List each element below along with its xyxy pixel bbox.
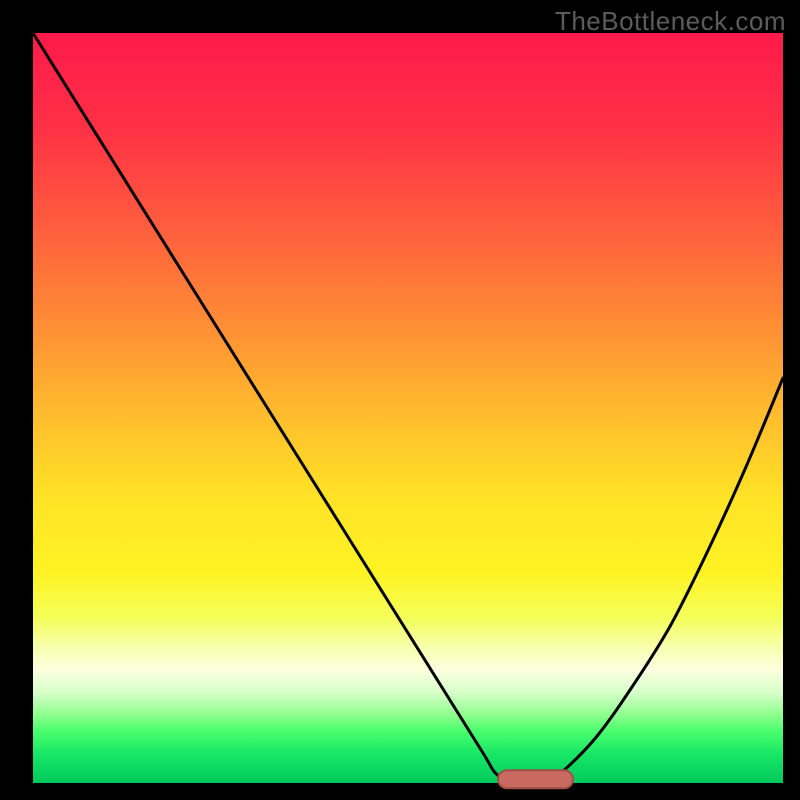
watermark-text: TheBottleneck.com bbox=[555, 6, 786, 37]
chart-frame: TheBottleneck.com bbox=[0, 0, 800, 800]
optimum-segment bbox=[498, 770, 573, 788]
plot-background bbox=[33, 33, 783, 783]
bottleneck-chart bbox=[0, 0, 800, 800]
